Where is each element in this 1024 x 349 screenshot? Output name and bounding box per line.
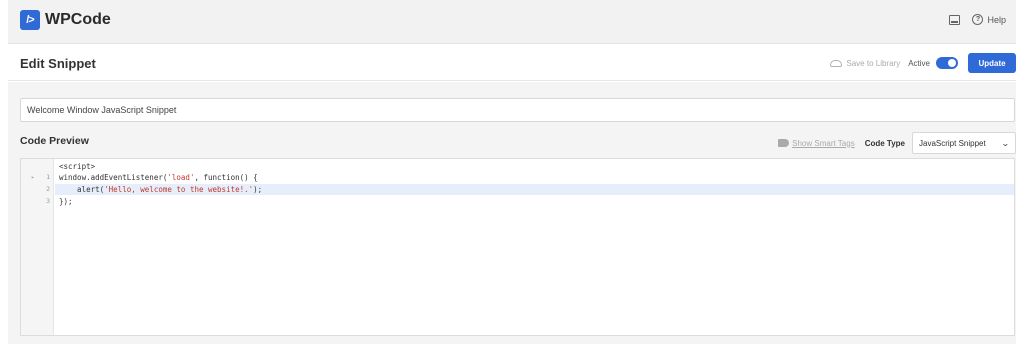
show-smart-tags-link[interactable]: Show Smart Tags — [792, 139, 855, 148]
code-editor[interactable]: <script> ▸ 1 window.addEventListener('lo… — [20, 158, 1015, 336]
active-toggle[interactable] — [936, 57, 958, 69]
code-type-value: JavaScript Snippet — [919, 138, 986, 148]
code-text: window.addEventListener('load', function… — [59, 172, 258, 183]
main-content: Code Preview Show Smart Tags Code Type J… — [8, 82, 1016, 344]
string-literal: 'load' — [167, 173, 195, 182]
code-line[interactable]: 2 alert('Hello, welcome to the website!.… — [21, 184, 1014, 195]
script-open-tag: <script> — [59, 162, 96, 171]
code-preview-heading: Code Preview — [20, 135, 89, 147]
code-token: window.addEventListener( — [59, 173, 168, 182]
code-preview-controls: Show Smart Tags Code Type JavaScript Sni… — [778, 132, 1016, 154]
chevron-down-icon: ⌄ — [1001, 138, 1011, 148]
save-to-library-button[interactable]: Save to Library — [846, 59, 900, 68]
page-title: Edit Snippet — [20, 56, 96, 71]
code-type-select[interactable]: JavaScript Snippet ⌄ — [912, 132, 1016, 154]
inbox-icon[interactable] — [949, 14, 961, 25]
code-text: }); — [59, 196, 73, 207]
code-token: , function() { — [194, 173, 258, 182]
code-text: alert('Hello, welcome to the website!.')… — [59, 184, 262, 195]
logo-icon: /> — [20, 10, 40, 30]
snippet-title-input[interactable] — [20, 98, 1015, 122]
line-number: 3 — [46, 197, 50, 205]
header-actions: Save to Library Active Update — [830, 53, 1016, 73]
top-actions: ? Help — [949, 14, 1006, 25]
script-tag-line: <script> — [21, 161, 1014, 172]
string-literal: 'Hello, welcome to the website!.' — [104, 185, 254, 194]
code-line[interactable]: 3 }); — [21, 196, 1014, 207]
tag-icon — [778, 139, 790, 147]
top-bar: /> WPCode ? Help — [8, 0, 1016, 44]
code-token: ); — [253, 185, 263, 194]
code-token: }); — [59, 197, 73, 206]
code-type-label: Code Type — [864, 138, 905, 148]
code-line[interactable]: ▸ 1 window.addEventListener('load', func… — [21, 172, 1014, 183]
line-number: 1 — [46, 173, 50, 181]
help-icon[interactable]: ? — [972, 14, 984, 25]
cloud-icon — [830, 59, 843, 67]
code-token: alert( — [59, 185, 105, 194]
update-button[interactable]: Update — [968, 53, 1016, 73]
help-link[interactable]: Help — [987, 15, 1006, 25]
line-number: 2 — [46, 185, 50, 193]
active-label: Active — [908, 58, 930, 68]
wpcode-logo[interactable]: /> WPCode — [20, 10, 111, 30]
logo-text: WPCode — [45, 11, 111, 28]
page-header: Edit Snippet Save to Library Active Upda… — [8, 45, 1016, 81]
toggle-knob — [948, 59, 956, 67]
